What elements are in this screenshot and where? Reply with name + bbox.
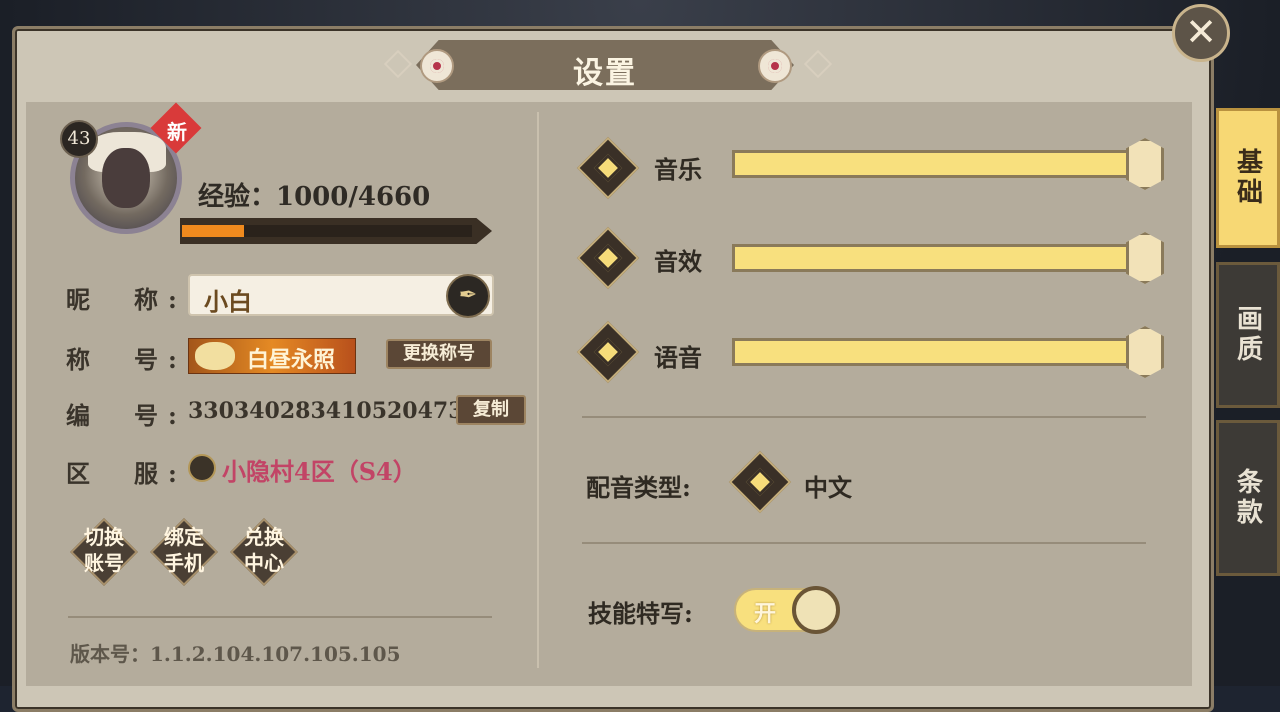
voice-slider-handle[interactable]: [1126, 326, 1164, 378]
music-slider-handle[interactable]: [1126, 138, 1164, 190]
button-label: 切换 账号: [84, 525, 124, 575]
page-title: 设置: [573, 56, 637, 91]
title-label: 称 号:: [66, 345, 187, 374]
nickname-field[interactable]: 小白 ✒: [188, 274, 494, 318]
button-label: 兑换 中心: [244, 525, 284, 575]
exp-bar-fill: [182, 225, 244, 237]
player-id-value: 3303402834105204736: [188, 398, 479, 424]
id-label: 编 号:: [66, 401, 187, 430]
nickname-label: 昵 称:: [66, 285, 187, 314]
bind-phone-button[interactable]: 绑定 手机: [148, 516, 220, 588]
exp-text: 经验：1000/4660: [198, 182, 431, 212]
banner-mascot-icon: [195, 342, 235, 370]
toggle-state-text: 开: [754, 601, 777, 627]
music-slider[interactable]: [732, 150, 1142, 178]
switch-account-button[interactable]: 切换 账号: [68, 516, 140, 588]
sfx-label: 音效: [654, 247, 702, 276]
sfx-slider-handle[interactable]: [1126, 232, 1164, 284]
nickname-value: 小白: [204, 287, 252, 316]
toggle-knob: [792, 586, 840, 634]
change-title-button[interactable]: 更换称号: [386, 339, 492, 369]
version-text: 版本号：1.1.2.104.107.105.105: [70, 642, 401, 666]
skill-closeup-label: 技能特写:: [588, 599, 693, 628]
music-label: 音乐: [654, 155, 702, 184]
column-divider: [537, 112, 539, 668]
voice-slider[interactable]: [732, 338, 1142, 366]
left-divider: [68, 616, 492, 618]
audio-divider: [582, 416, 1146, 418]
tab-terms[interactable]: 条款: [1216, 420, 1280, 576]
new-badge: 新: [167, 120, 187, 144]
exp-progress-bar: [180, 218, 492, 244]
sfx-toggle-icon[interactable]: [576, 226, 640, 290]
voice-type-value: 中文: [804, 473, 852, 502]
sfx-slider[interactable]: [732, 244, 1142, 272]
title-bar: 设置: [383, 40, 833, 91]
voice-label: 语音: [654, 343, 702, 372]
level-badge: 43: [60, 120, 98, 158]
voice-toggle-icon[interactable]: [576, 320, 640, 384]
player-title-banner: 白昼永照: [188, 338, 356, 374]
edit-nickname-pen-icon[interactable]: ✒: [446, 274, 490, 318]
redeem-center-button[interactable]: 兑换 中心: [228, 516, 300, 588]
close-button[interactable]: ✕: [1172, 4, 1230, 62]
tab-basic[interactable]: 基础: [1216, 108, 1280, 248]
tab-graphics[interactable]: 画质: [1216, 262, 1280, 408]
server-emblem-icon: [188, 454, 216, 482]
player-title-text: 白昼永照: [247, 347, 336, 373]
voice-divider: [582, 542, 1146, 544]
server-value: 小隐村4区（S4）: [222, 457, 417, 486]
voice-type-selector-icon[interactable]: [728, 450, 792, 514]
skill-closeup-toggle[interactable]: 开: [734, 586, 840, 634]
avatar-face: [102, 148, 150, 208]
voice-type-label: 配音类型:: [586, 473, 691, 502]
copy-button[interactable]: 复制: [456, 395, 526, 425]
server-label: 区 服:: [66, 459, 187, 488]
button-label: 绑定 手机: [164, 525, 204, 575]
music-toggle-icon[interactable]: [576, 136, 640, 200]
